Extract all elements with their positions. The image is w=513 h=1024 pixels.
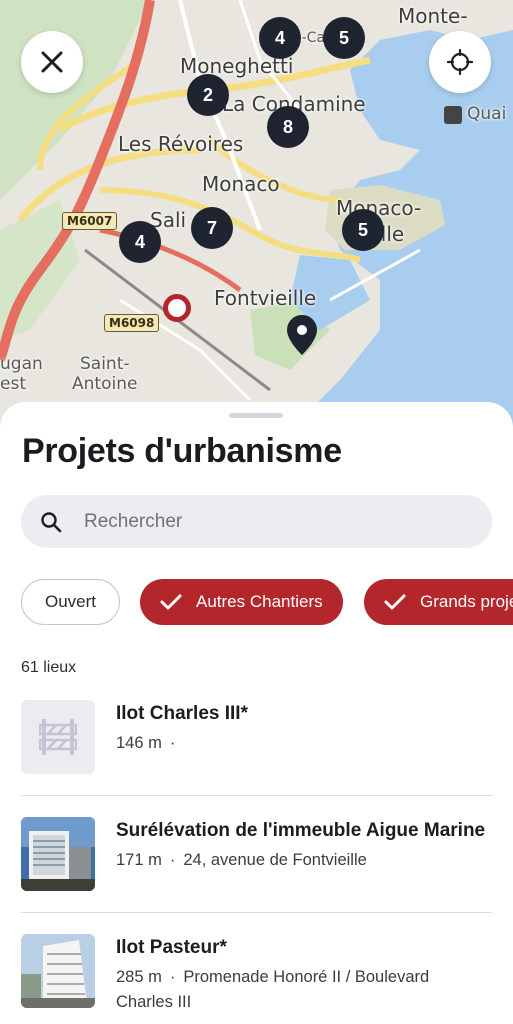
filter-chip-grands-projets[interactable]: Grands projets (364, 579, 513, 625)
list-item[interactable]: Ilot Pasteur* 285 m · Promenade Honoré II … (0, 934, 513, 1024)
list-item-distance: 171 m (116, 851, 162, 869)
list-item-meta: 146 m · (116, 731, 496, 756)
list-item-title: Ilot Charles III* (116, 703, 248, 724)
search-input[interactable]: Rechercher (84, 511, 182, 533)
map-pin-icon[interactable] (286, 314, 318, 356)
map-cluster-marker[interactable]: 4 (259, 17, 301, 59)
list-item-distance: 146 m (116, 734, 162, 752)
map-label-antoine: Antoine (72, 374, 138, 394)
list-item-title: Surélévation de l'immeuble Aigue Marine (116, 820, 486, 841)
road-badge: M6098 (104, 314, 160, 332)
road-badge: M6007 (62, 212, 118, 230)
map-label-quai: Quai (467, 104, 507, 124)
divider (21, 795, 492, 796)
map-cluster-marker[interactable]: 2 (187, 74, 229, 116)
crosshair-icon (447, 49, 473, 75)
map-label-monte-carlo: Monte- (398, 4, 468, 28)
map-cluster-marker[interactable]: 4 (119, 221, 161, 263)
map-view[interactable]: Monte- Monte-Car Moneghetti La Condamine… (0, 0, 513, 440)
list-item-thumbnail (21, 817, 95, 891)
list-item-distance: 285 m (116, 968, 162, 986)
list-item[interactable]: Surélévation de l'immeuble Aigue Marine … (0, 817, 513, 911)
map-label-est: est (0, 374, 26, 394)
search-icon (41, 512, 62, 533)
close-button[interactable] (21, 31, 83, 93)
map-label-saint: Saint- (80, 354, 130, 374)
list-item-meta: 171 m · 24, avenue de Fontvieille (116, 848, 496, 873)
page-title: Projets d'urbanisme (22, 432, 342, 470)
separator-dot: · (169, 851, 176, 869)
list-item-meta: 285 m · Promenade Honoré II / Boulevard Cha… (116, 965, 496, 1015)
locate-button[interactable] (429, 31, 491, 93)
check-icon (160, 594, 182, 610)
list-item-title: Ilot Pasteur* (116, 937, 227, 958)
map-label-monaco: Monaco (202, 172, 280, 196)
search-bar[interactable]: Rechercher (21, 495, 492, 548)
ferry-icon (444, 106, 462, 124)
separator-dot: · (169, 734, 176, 752)
filter-chip-label: Ouvert (44, 592, 97, 611)
sheet-drag-handle[interactable] (229, 413, 283, 418)
list-item-thumbnail (21, 934, 95, 1008)
photo-building (21, 817, 95, 891)
filter-chip-label: Grands projets (420, 592, 513, 611)
list-item-address: Promenade Honoré II / Boulevard (183, 968, 430, 986)
barrier-icon (39, 719, 77, 755)
user-location-icon (163, 294, 191, 322)
list-item-address: 24, avenue de Fontvieille (183, 851, 367, 869)
divider (21, 912, 492, 913)
map-label-ugan: ugan (0, 354, 43, 374)
results-count: 61 lieux (21, 659, 77, 676)
map-cluster-marker[interactable]: 5 (323, 17, 365, 59)
filter-chips: Ouvert Autres Chantiers Grands projets (0, 579, 513, 627)
filter-chip-label: Autres Chantiers (196, 592, 323, 611)
filter-chip-ouvert[interactable]: Ouvert (21, 579, 120, 625)
map-cluster-marker[interactable]: 8 (267, 106, 309, 148)
close-icon (41, 51, 63, 73)
map-label-fontvieille: Fontvieille (214, 286, 317, 310)
filter-chip-autres-chantiers[interactable]: Autres Chantiers (140, 579, 343, 625)
map-cluster-marker[interactable]: 5 (342, 209, 384, 251)
map-cluster-marker[interactable]: 7 (191, 207, 233, 249)
separator-dot: · (169, 968, 176, 986)
list-item[interactable]: Ilot Charles III* 146 m · (0, 700, 513, 794)
list-item-address-line2: Charles III (116, 993, 192, 1011)
list-item-thumbnail (21, 700, 95, 774)
check-icon (384, 594, 406, 610)
bottom-sheet: Projets d'urbanisme Rechercher Ouvert Au… (0, 402, 513, 1024)
map-label-les-revoires: Les Révoires (118, 132, 244, 156)
photo-building (21, 934, 95, 1008)
